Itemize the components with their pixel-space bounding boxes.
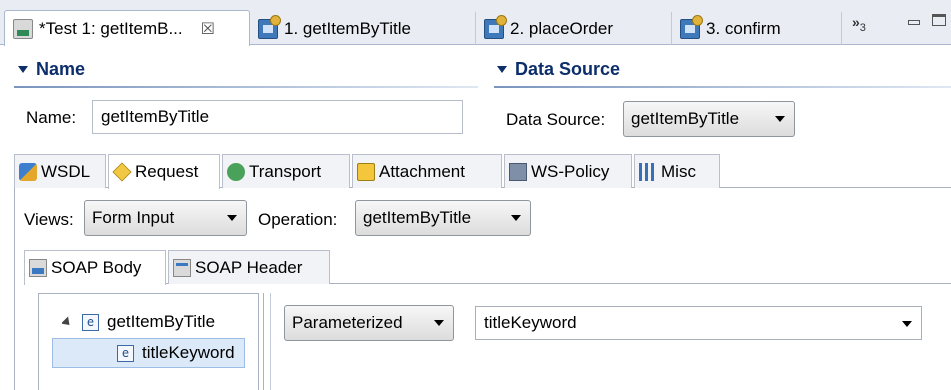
tab-soap-body[interactable]: SOAP Body [24,250,166,285]
editor-tab-label: 3. confirm [706,18,781,38]
name-input[interactable]: getItemByTitle [92,100,463,134]
close-icon[interactable]: ☒ [201,19,215,39]
tab-label: Request [135,162,199,181]
pane-splitter[interactable] [263,293,264,390]
operation-icon [484,14,507,39]
tab-label: Misc [661,161,696,181]
soap-header-icon [173,258,191,277]
expand-toggle-icon[interactable] [62,315,74,329]
tree-item-label: titleKeyword [142,343,235,362]
tree-item[interactable]: e getItemByTitle [62,307,254,337]
name-section-header[interactable]: Name [18,54,85,84]
ws-policy-icon [509,162,527,181]
wsdl-icon [19,162,37,181]
datasource-label: Data Source: [506,110,606,129]
editor-tab-confirm[interactable]: 3. confirm [672,12,842,45]
views-value: Form Input [92,208,175,227]
tab-request[interactable]: Request [108,154,220,189]
tab-label: WSDL [41,161,91,181]
tree-item-label: getItemByTitle [107,312,216,331]
tab-soap-header[interactable]: SOAP Header [168,250,330,284]
collapse-icon [497,65,507,73]
minimize-icon[interactable] [908,20,920,25]
parameter-value: titleKeyword [484,313,577,332]
misc-icon [639,162,657,181]
dropdown-arrow-icon [511,215,521,221]
views-label: Views: [24,210,74,229]
tab-label: WS-Policy [531,161,610,181]
dropdown-arrow-icon [775,116,785,122]
section-divider [494,86,951,88]
dropdown-arrow-icon [434,320,444,326]
operation-value: getItemByTitle [363,208,472,227]
editor-tab-bar: *Test 1: getItemB... ☒ 1. getItemByTitle… [0,0,951,46]
datasource-select[interactable]: getItemByTitle [623,101,795,137]
tab-attachment[interactable]: Attachment [352,154,502,188]
operation-icon [680,14,703,39]
maximize-icon[interactable] [932,14,946,26]
tab-wsdl[interactable]: WSDL [14,154,106,188]
views-select[interactable]: Form Input [84,200,247,236]
editor-tab-label: 2. placeOrder [510,18,613,38]
section-divider [14,86,478,88]
overflow-chevron-icon: » [852,14,860,30]
editor-tab-label: *Test 1: getItemB... [39,18,183,38]
soap-test-icon [13,18,33,39]
tab-label: SOAP Header [195,257,303,277]
section-title: Name [36,58,86,79]
tree-item-selected[interactable]: e titleKeyword [52,338,245,368]
transport-icon [227,162,245,181]
overflow-count: 3 [859,21,866,34]
editor-tab-test1[interactable]: *Test 1: getItemB... ☒ [4,10,250,46]
collapse-icon [18,65,28,73]
tab-label: SOAP Body [51,258,142,277]
datasource-value: getItemByTitle [631,109,740,128]
element-icon: e [82,313,99,331]
operation-select[interactable]: getItemByTitle [355,200,531,236]
config-tab-row: WSDL Request Transport Attachment WS-Pol… [14,154,951,189]
editor-tab-getitembytitle[interactable]: 1. getItemByTitle [250,12,476,45]
tab-overflow-button[interactable]: »3 [852,14,866,34]
element-icon: e [117,344,134,362]
section-title: Data Source [515,58,621,79]
attachment-icon [357,162,375,181]
dropdown-arrow-icon [902,321,912,327]
operation-label: Operation: [258,210,338,229]
dropdown-arrow-icon [227,215,237,221]
tab-label: Attachment [379,161,465,181]
datasource-section-header[interactable]: Data Source [497,54,620,84]
tab-ws-policy[interactable]: WS-Policy [504,154,632,188]
tab-label: Transport [249,161,322,181]
request-icon [112,162,132,182]
name-label: Name: [26,108,77,127]
editor-tab-label: 1. getItemByTitle [284,18,411,38]
operation-icon [258,14,281,39]
parameter-select[interactable]: titleKeyword [475,306,922,340]
value-mode-select[interactable]: Parameterized [284,305,454,341]
tab-misc[interactable]: Misc [634,154,720,188]
tab-transport[interactable]: Transport [222,154,350,188]
soap-tab-row: SOAP Body SOAP Header [24,250,951,285]
value-mode: Parameterized [292,313,403,332]
soap-body-icon [29,259,47,277]
editor-tab-placeorder[interactable]: 2. placeOrder [476,12,672,45]
